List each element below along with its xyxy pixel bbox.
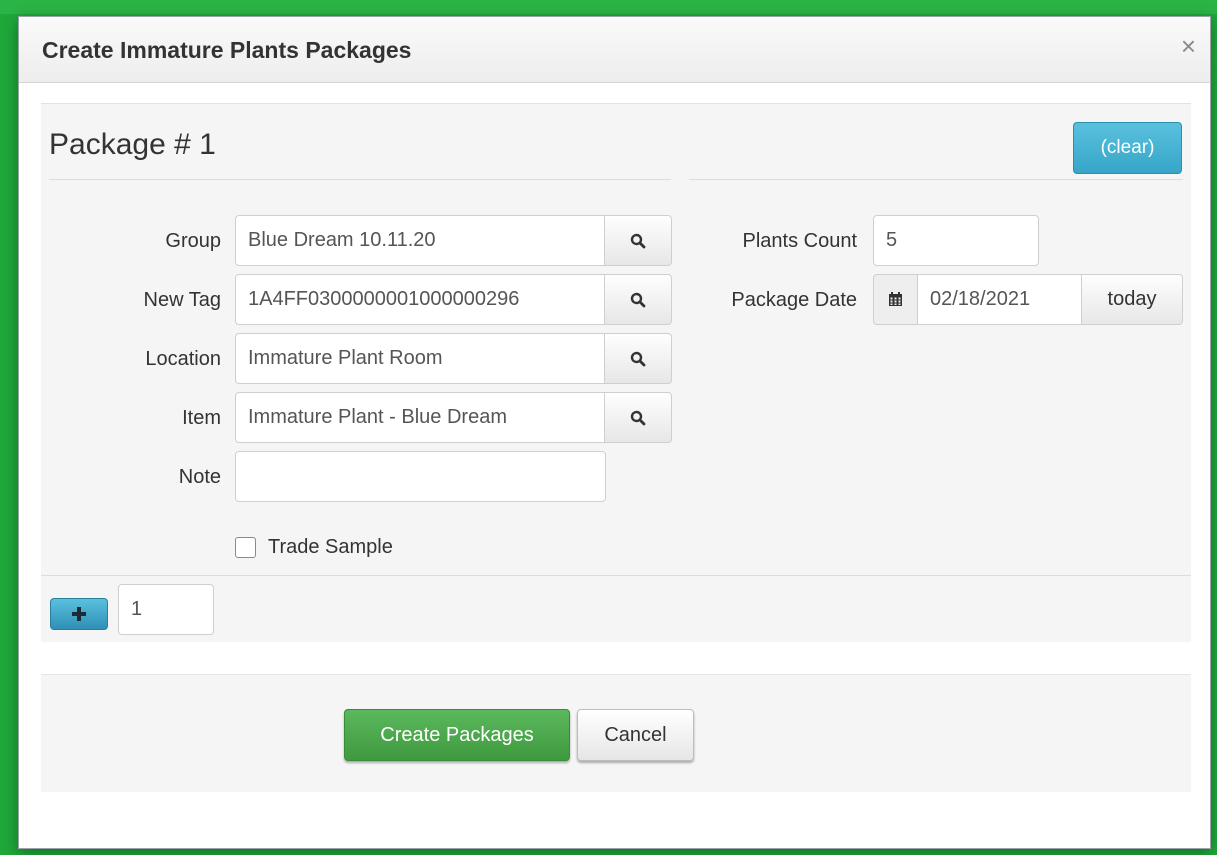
group-label: Group bbox=[165, 230, 221, 252]
plus-icon bbox=[72, 607, 86, 621]
divider bbox=[689, 179, 1183, 180]
package-date-label: Package Date bbox=[731, 289, 857, 311]
group-field: Blue Dream 10.11.20 bbox=[235, 215, 672, 266]
package-date-field: 02/18/2021 today bbox=[873, 274, 1183, 325]
search-icon bbox=[630, 233, 646, 248]
new-tag-field: 1A4FF0300000001000000296 bbox=[235, 274, 672, 325]
note-label: Note bbox=[178, 466, 221, 488]
group-input[interactable]: Blue Dream 10.11.20 bbox=[235, 215, 605, 266]
location-lookup-button[interactable] bbox=[605, 333, 672, 384]
new-tag-lookup-button[interactable] bbox=[605, 274, 672, 325]
package-count-input[interactable]: 1 bbox=[118, 584, 214, 635]
calendar-button[interactable] bbox=[873, 274, 918, 325]
item-input[interactable]: Immature Plant - Blue Dream bbox=[235, 392, 605, 443]
package-heading: Package # 1 bbox=[49, 128, 216, 161]
dialog-footer: Create Packages Cancel bbox=[41, 674, 1191, 792]
add-package-button[interactable] bbox=[50, 598, 108, 630]
search-icon bbox=[630, 410, 646, 425]
package-date-input[interactable]: 02/18/2021 bbox=[918, 274, 1082, 325]
new-tag-input[interactable]: 1A4FF0300000001000000296 bbox=[235, 274, 605, 325]
divider bbox=[49, 179, 671, 180]
plants-count-input[interactable]: 5 bbox=[873, 215, 1039, 266]
group-lookup-button[interactable] bbox=[605, 215, 672, 266]
item-label: Item bbox=[182, 407, 221, 429]
dialog-title: Create Immature Plants Packages bbox=[42, 37, 412, 63]
dialog-header: Create Immature Plants Packages × bbox=[19, 17, 1210, 83]
create-packages-dialog: Create Immature Plants Packages × Packag… bbox=[18, 16, 1211, 849]
trade-sample-checkbox[interactable] bbox=[235, 537, 256, 558]
close-button[interactable]: × bbox=[1181, 31, 1196, 61]
package-panel: Package # 1 (clear) Group Blue Dream 10.… bbox=[41, 103, 1191, 642]
note-input[interactable] bbox=[235, 451, 606, 502]
location-field: Immature Plant Room bbox=[235, 333, 672, 384]
trade-sample-label: Trade Sample bbox=[268, 536, 393, 558]
cancel-button[interactable]: Cancel bbox=[577, 709, 694, 761]
location-input[interactable]: Immature Plant Room bbox=[235, 333, 605, 384]
plants-count-label: Plants Count bbox=[742, 230, 857, 252]
new-tag-label: New Tag bbox=[143, 289, 221, 311]
location-label: Location bbox=[145, 348, 221, 370]
clear-button[interactable]: (clear) bbox=[1073, 122, 1182, 174]
calendar-icon bbox=[889, 292, 902, 306]
today-button[interactable]: today bbox=[1082, 274, 1183, 325]
create-packages-button[interactable]: Create Packages bbox=[344, 709, 570, 761]
search-icon bbox=[630, 351, 646, 366]
item-field: Immature Plant - Blue Dream bbox=[235, 392, 672, 443]
trade-sample-option[interactable]: Trade Sample bbox=[235, 536, 393, 559]
add-packages-bar: 1 bbox=[41, 575, 1191, 642]
page-backdrop bbox=[0, 0, 1217, 14]
item-lookup-button[interactable] bbox=[605, 392, 672, 443]
search-icon bbox=[630, 292, 646, 307]
